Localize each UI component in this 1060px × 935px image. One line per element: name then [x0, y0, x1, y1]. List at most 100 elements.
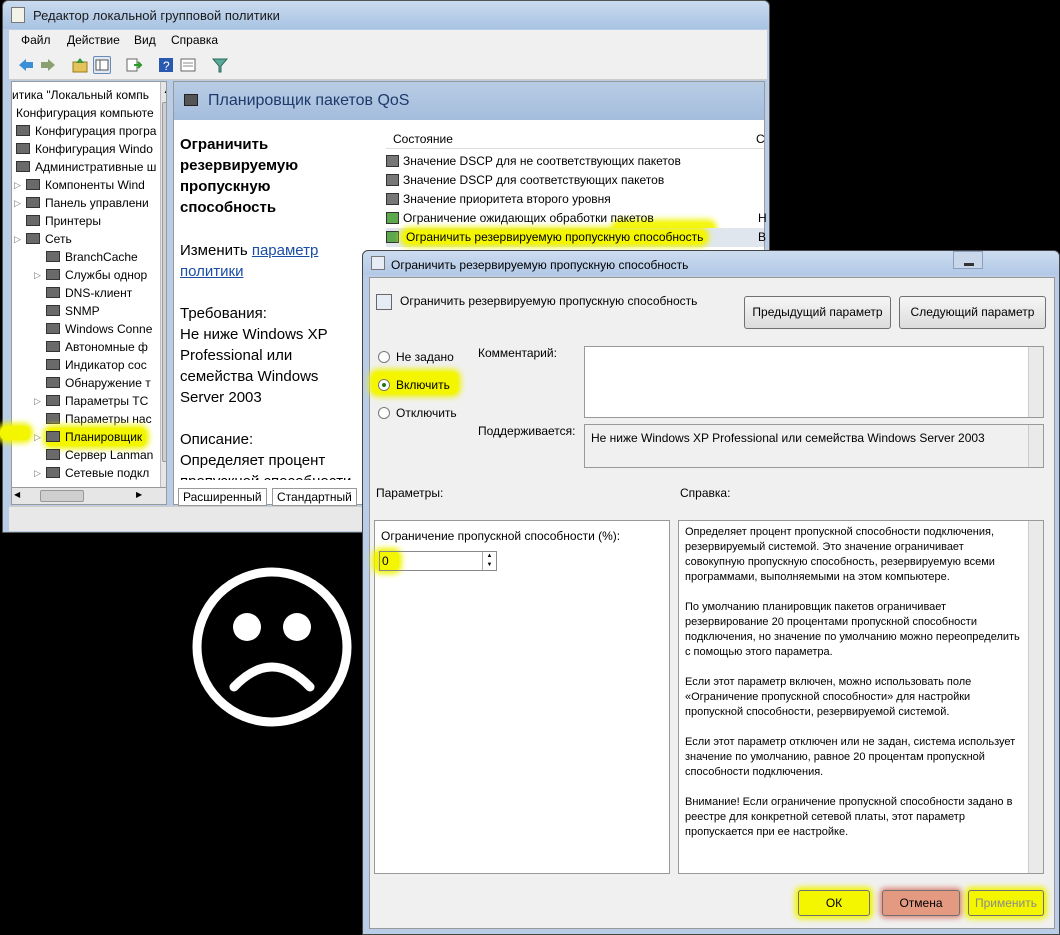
tree-item[interactable]: ▷ Планировщик	[34, 428, 147, 446]
expand-arrow-icon[interactable]: ▷	[34, 266, 41, 284]
tree-item[interactable]: Windows Conne	[46, 320, 152, 338]
help-icon[interactable]: ?	[157, 56, 175, 74]
minimize-button[interactable]	[953, 251, 983, 269]
menu-file[interactable]: Файл	[21, 33, 51, 47]
tree-item[interactable]: итика "Локальный компь	[12, 86, 149, 104]
tree-item-label: Сетевые подкл	[65, 466, 150, 480]
expand-arrow-icon[interactable]: ▷	[34, 428, 41, 446]
tree-scroll-thumb[interactable]	[162, 102, 166, 462]
tree-item[interactable]: ▷ Сеть	[14, 230, 72, 248]
tree-item[interactable]: Параметры нас	[46, 410, 152, 428]
bandwidth-limit-spinner[interactable]: 0 ▲ ▼	[379, 551, 497, 571]
supported-field: Не ниже Windows XP Professional или семе…	[584, 424, 1044, 468]
tab-extended[interactable]: Расширенный	[178, 488, 267, 506]
requirements-text: Не ниже Windows XP Professional или семе…	[180, 326, 328, 406]
previous-setting-button[interactable]: Предыдущий параметр	[744, 296, 891, 329]
setting-list-item[interactable]: Значение DSCP для соответствующих пакето…	[386, 171, 764, 190]
tree-item[interactable]: Обнаружение т	[46, 374, 151, 392]
comment-field[interactable]	[584, 346, 1044, 418]
tree-item[interactable]: ▷ Службы однор	[34, 266, 147, 284]
spinner-arrows-icon[interactable]: ▲ ▼	[482, 552, 496, 570]
column-2[interactable]: С	[756, 132, 765, 146]
tree-item-label: Индикатор сос	[65, 358, 147, 372]
tree-item[interactable]: BranchCache	[46, 248, 138, 266]
tree-item[interactable]: Конфигурация Windo	[16, 140, 153, 158]
sad-face-icon	[190, 565, 354, 729]
tree-item[interactable]: Административные ш	[16, 158, 156, 176]
dialog-titlebar[interactable]: Ограничить резервируемую пропускную спос…	[363, 251, 1059, 275]
folder-icon	[46, 287, 60, 298]
up-folder-icon[interactable]	[71, 56, 89, 74]
tree-item[interactable]: Конфигурация компьюте	[16, 104, 154, 122]
scroll-right-icon[interactable]: ▶	[136, 490, 142, 499]
setting-list-item[interactable]: Значение приоритета второго уровня	[386, 190, 764, 209]
setting-list-item[interactable]: Ограничить резервируемую пропускную спос…	[386, 228, 766, 247]
minimize-icon	[964, 263, 974, 266]
help-panel: Определяет процент пропускной способност…	[678, 520, 1044, 874]
apply-button[interactable]: Применить	[968, 890, 1044, 916]
folder-icon	[46, 251, 60, 262]
menu-action[interactable]: Действие	[67, 33, 120, 47]
tree-item[interactable]: SNMP	[46, 302, 100, 320]
menu-bar: Файл Действие Вид Справка	[9, 30, 767, 51]
ok-button[interactable]: ОК	[798, 890, 870, 916]
description-setting-title: Ограничить резервируемую пропускную спос…	[180, 136, 299, 216]
tree-item[interactable]: DNS-клиент	[46, 284, 132, 302]
setting-list-item[interactable]: Ограничение ожидающих обработки пакетов Н	[386, 209, 767, 228]
tree-item-label: итика "Локальный компь	[12, 88, 150, 102]
menu-view[interactable]: Вид	[134, 33, 156, 47]
tree-item[interactable]: Автономные ф	[46, 338, 148, 356]
bandwidth-limit-value[interactable]: 0	[382, 554, 389, 568]
column-state[interactable]: Состояние	[393, 132, 453, 146]
tree-item-label: Обнаружение т	[65, 376, 151, 390]
folder-icon	[16, 143, 30, 154]
tree-item[interactable]: ▷ Сетевые подкл	[34, 464, 150, 482]
folder-icon	[46, 269, 60, 280]
setting-list-item[interactable]: Значение DSCP для не соответствующих пак…	[386, 152, 764, 171]
back-arrow-icon[interactable]	[17, 56, 35, 74]
expand-arrow-icon[interactable]: ▷	[14, 230, 21, 248]
folder-icon	[46, 395, 60, 406]
filter-icon[interactable]	[211, 56, 229, 74]
show-hide-tree-icon[interactable]	[93, 56, 111, 74]
tree-item[interactable]: Индикатор сос	[46, 356, 147, 374]
radio-dot-enabled[interactable]	[378, 379, 390, 391]
properties-icon[interactable]	[179, 56, 197, 74]
comment-scrollbar[interactable]	[1028, 347, 1043, 417]
supported-value: Не ниже Windows XP Professional или семе…	[591, 431, 985, 445]
help-scrollbar[interactable]	[1028, 521, 1043, 873]
scroll-left-icon[interactable]: ◀	[14, 490, 20, 499]
tree-item[interactable]: ▷ Панель управлени	[14, 194, 149, 212]
tree-item[interactable]: ▷ Параметры TC	[34, 392, 148, 410]
scroll-up-icon[interactable]: ▲	[163, 86, 166, 96]
menu-help[interactable]: Справка	[171, 33, 218, 47]
radio-disabled[interactable]: Отключить	[378, 406, 457, 420]
radio-not-configured[interactable]: Не задано	[378, 350, 454, 364]
cancel-button[interactable]: Отмена	[882, 890, 960, 916]
tree-item[interactable]: Конфигурация програ	[16, 122, 156, 140]
supported-scrollbar[interactable]	[1028, 425, 1043, 467]
tree-item[interactable]: Принтеры	[26, 212, 101, 230]
bandwidth-limit-label: Ограничение пропускной способности (%):	[381, 529, 621, 543]
radio-dot-disabled[interactable]	[378, 407, 390, 419]
radio-dot-not-configured[interactable]	[378, 351, 390, 363]
tree-item-label: Автономные ф	[65, 340, 148, 354]
forward-arrow-icon[interactable]	[39, 56, 57, 74]
tree-item-label: Windows Conne	[65, 322, 153, 336]
expand-arrow-icon[interactable]: ▷	[34, 464, 41, 482]
export-icon[interactable]	[125, 56, 143, 74]
edit-prefix: Изменить	[180, 242, 252, 259]
tab-standard[interactable]: Стандартный	[272, 488, 357, 506]
expand-arrow-icon[interactable]: ▷	[34, 392, 41, 410]
setting-label: Значение приоритета второго уровня	[403, 192, 611, 206]
tree-horizontal-scrollbar[interactable]: ◀ ▶	[11, 487, 167, 505]
tree-hscroll-thumb[interactable]	[40, 490, 84, 502]
expand-arrow-icon[interactable]: ▷	[14, 176, 21, 194]
radio-enabled[interactable]: Включить	[378, 378, 450, 392]
next-setting-button[interactable]: Следующий параметр	[899, 296, 1046, 329]
main-titlebar[interactable]: Редактор локальной групповой политики	[3, 1, 769, 29]
expand-arrow-icon[interactable]: ▷	[14, 194, 21, 212]
tree-item[interactable]: Сервер Lanman	[46, 446, 153, 464]
tree-vertical-scrollbar[interactable]: ▲	[160, 82, 166, 487]
tree-item[interactable]: ▷ Компоненты Wind	[14, 176, 145, 194]
